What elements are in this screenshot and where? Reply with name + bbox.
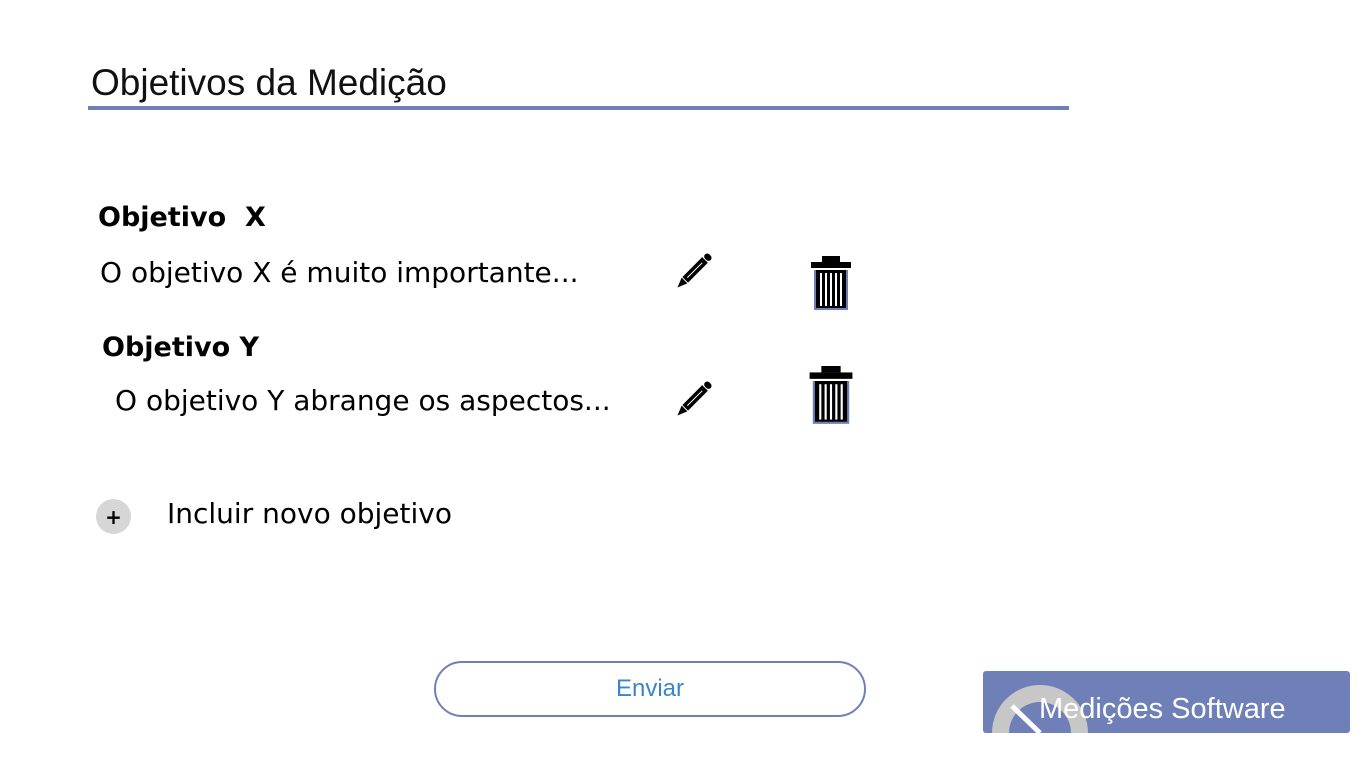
plus-icon: + — [105, 504, 122, 529]
objective-x-description: O objetivo X é muito importante... — [100, 256, 579, 289]
trash-icon — [811, 256, 851, 310]
objective-y-title: Objetivo Y — [102, 332, 260, 363]
add-objective-button[interactable]: + — [96, 499, 131, 534]
page: Objetivos da Medição Objetivo X O objeti… — [0, 0, 1366, 768]
page-title: Objetivos da Medição — [91, 62, 447, 103]
trash-icon — [809, 366, 853, 424]
submit-button[interactable]: Enviar — [434, 661, 866, 717]
edit-objective-y-button[interactable] — [671, 378, 715, 422]
pencil-icon — [677, 381, 712, 416]
objective-x-title: Objetivo X — [98, 202, 266, 233]
edit-objective-x-button[interactable] — [671, 250, 715, 294]
delete-objective-y-button[interactable] — [808, 366, 854, 426]
brand-badge: Medições Software — [983, 671, 1350, 733]
title-divider — [88, 106, 1069, 110]
pencil-icon — [677, 253, 712, 288]
brand-name: Medições Software — [1039, 693, 1286, 725]
objective-y-description: O objetivo Y abrange os aspectos... — [115, 384, 611, 417]
add-objective-label[interactable]: Incluir novo objetivo — [167, 497, 452, 530]
delete-objective-x-button[interactable] — [810, 256, 852, 312]
